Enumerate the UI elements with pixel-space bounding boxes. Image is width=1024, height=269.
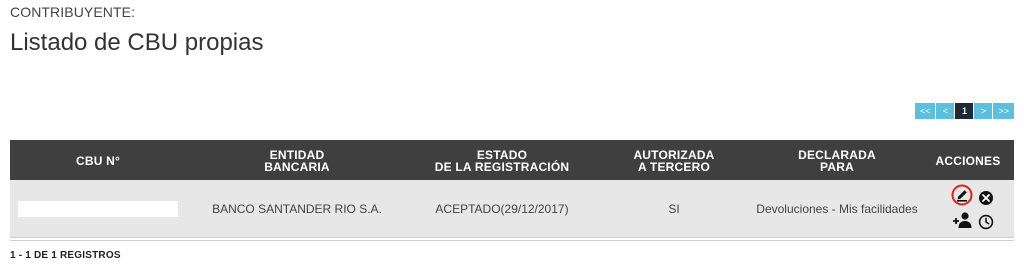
column-header-estado: ESTADO DE LA REGISTRACIÓN: [434, 148, 570, 174]
records-count: 1 - 1 DE 1 REGISTROS: [10, 250, 121, 261]
pager-first-button[interactable]: <<: [914, 103, 936, 119]
page-subtitle: CONTRIBUYENTE:: [10, 4, 136, 20]
add-person-icon[interactable]: [952, 211, 974, 229]
pagination: << < 1 > >>: [914, 103, 1014, 119]
cell-acciones: [922, 180, 1014, 237]
row-actions: [922, 180, 1014, 238]
table-row: BANCO SANTANDER RIO S.A. ACEPTADO(29/12/…: [10, 180, 1014, 238]
cbu-table: CBU N° ENTIDAD BANCARIA ESTADO DE LA REG…: [10, 140, 1014, 238]
column-header-cbu: CBU N°: [76, 154, 120, 168]
cbu-value: [18, 200, 178, 217]
cell-estado: ACEPTADO(29/12/2017): [435, 201, 569, 216]
cell-entidad: BANCO SANTANDER RIO S.A.: [212, 201, 382, 216]
cell-autorizada: SI: [668, 201, 680, 216]
pager-next-button[interactable]: >: [974, 103, 993, 119]
column-header-autorizada: AUTORIZADA A TERCERO: [633, 148, 715, 174]
cell-cbu: [10, 180, 186, 237]
column-header-entidad: ENTIDAD BANCARIA: [264, 148, 330, 174]
pager-last-button[interactable]: >>: [993, 103, 1014, 119]
table-header: CBU N° ENTIDAD BANCARIA ESTADO DE LA REG…: [10, 140, 1014, 180]
column-header-acciones: ACCIONES: [935, 154, 1001, 168]
column-header-declarada: DECLARADA PARA: [798, 148, 876, 174]
page-title: Listado de CBU propias: [10, 29, 264, 56]
clock-icon[interactable]: [977, 213, 995, 231]
cell-declarada: Devoluciones - Mis facilidades: [756, 201, 918, 216]
table-footer-divider: [10, 240, 1014, 241]
close-circle-icon[interactable]: [977, 189, 995, 207]
pencil-icon[interactable]: [951, 184, 973, 206]
pager-current-page[interactable]: 1: [955, 103, 974, 119]
pager-prev-button[interactable]: <: [936, 103, 955, 119]
